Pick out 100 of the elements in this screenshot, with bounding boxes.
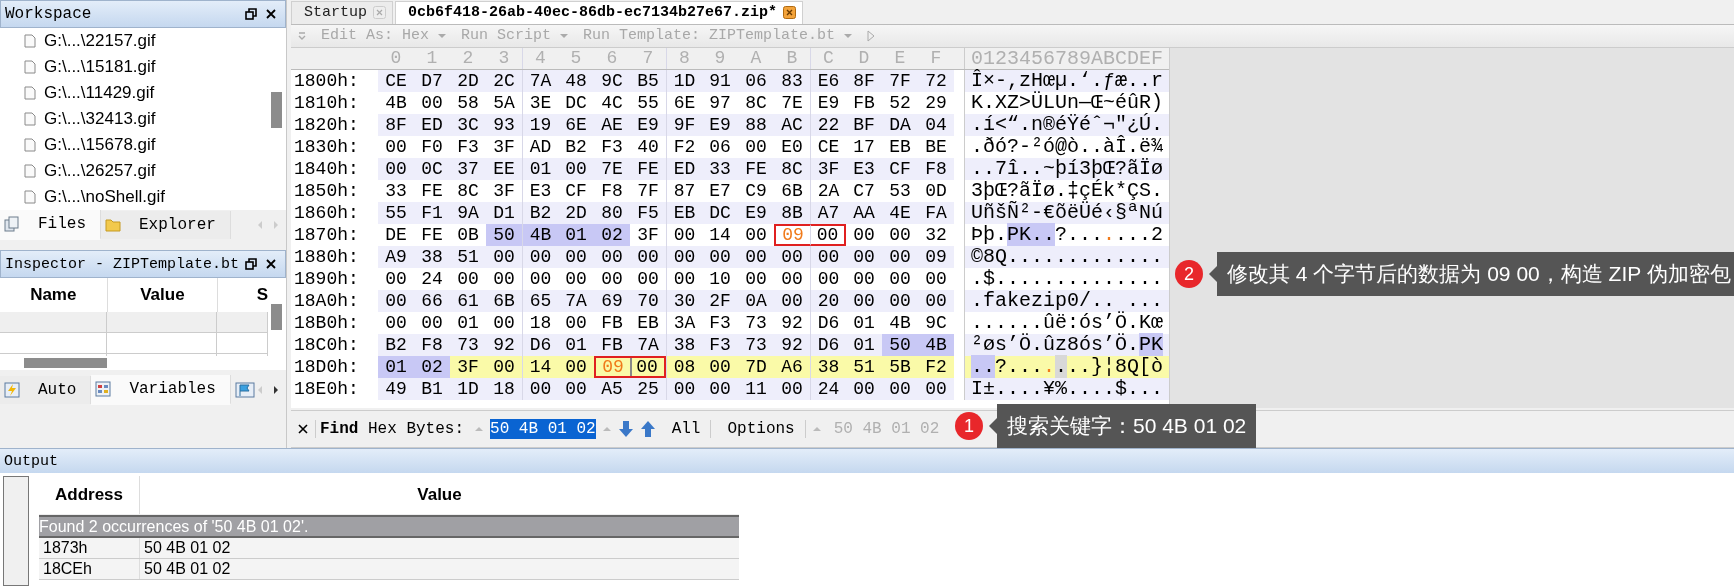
panel-tab[interactable]: Variables <box>91 375 231 405</box>
hex-byte: 19 <box>522 113 558 136</box>
hex-byte: 24 <box>420 267 444 290</box>
hex-byte: 1D <box>666 69 702 92</box>
hex-byte: 5B <box>882 355 918 378</box>
hex-byte: ED <box>666 157 702 180</box>
scrollbar-thumb[interactable] <box>271 304 282 330</box>
ascii-text: ..?.......}¦8Q[ò <box>964 355 1170 378</box>
caret-icon[interactable] <box>559 32 570 39</box>
close-icon[interactable] <box>265 8 277 20</box>
hex-byte: 6B <box>780 179 804 202</box>
hex-byte: 00 <box>636 267 660 290</box>
hex-byte: 2A <box>810 179 846 202</box>
caret-icon[interactable] <box>843 32 854 39</box>
caret-icon[interactable] <box>811 426 822 433</box>
hex-byte: 14 <box>708 223 732 246</box>
hex-byte: 6E <box>558 113 594 136</box>
hex-byte: 2C <box>486 69 522 92</box>
file-icon <box>24 60 36 74</box>
hex-byte: 02 <box>594 223 630 246</box>
hex-byte: 80 <box>594 201 630 224</box>
hex-byte: F3 <box>708 311 732 334</box>
file-item[interactable]: G:\...\32413.gif <box>24 106 268 132</box>
hex-byte: 52 <box>888 91 912 114</box>
panel-tab[interactable]: Explorer <box>101 211 231 239</box>
hex-byte: 01 <box>846 333 882 356</box>
column-header[interactable]: Value <box>140 476 739 514</box>
file-item[interactable]: G:\...\11429.gif <box>24 80 268 106</box>
hex-byte: 73 <box>450 333 486 356</box>
hex-byte: FE <box>738 157 774 180</box>
file-item[interactable]: G:\...\22157.gif <box>24 28 268 54</box>
hex-byte: F0 <box>420 135 444 158</box>
down-arrow-icon[interactable] <box>617 420 634 439</box>
restore-icon[interactable] <box>245 8 257 20</box>
tab-scroll-arrows[interactable] <box>256 385 280 395</box>
hex-byte: B1 <box>414 377 450 400</box>
hex-byte: 00 <box>378 289 414 312</box>
options-button[interactable]: Options <box>717 420 806 439</box>
hex-byte: 10 <box>708 267 732 290</box>
scrollbar-thumb[interactable] <box>24 358 107 368</box>
hex-byte: 18 <box>522 311 558 334</box>
file-icon <box>24 190 36 204</box>
find-all-button[interactable]: All <box>661 420 712 439</box>
hex-byte: 38 <box>414 245 450 268</box>
hex-byte: DC <box>564 91 588 114</box>
hex-byte: 73 <box>738 333 774 356</box>
play-icon[interactable] <box>867 29 876 42</box>
hex-byte: 51 <box>846 355 882 378</box>
hex-byte: 33 <box>384 179 408 202</box>
hex-byte: 00 <box>810 245 846 268</box>
hex-byte: 83 <box>774 69 810 92</box>
file-item[interactable]: G:\...\26257.gif <box>24 158 268 184</box>
panel-tab[interactable]: Auto <box>0 376 92 404</box>
panel-tab[interactable]: Files <box>0 210 101 240</box>
restore-icon[interactable] <box>245 258 257 270</box>
editor-tab[interactable]: Startup <box>291 0 393 24</box>
hex-byte: 00 <box>702 355 738 378</box>
hex-byte: ED <box>414 113 450 136</box>
caret-icon[interactable] <box>437 32 448 39</box>
editor-tab[interactable]: 0cb6f418-26ab-40ec-86db-ec7134b27e67.zip* <box>395 0 804 24</box>
hex-byte: DC <box>702 201 738 224</box>
search-field[interactable]: 50 4B 01 02 <box>490 419 596 440</box>
hex-byte: 91 <box>702 69 738 92</box>
hex-byte: 6E <box>666 91 702 114</box>
hex-byte: 40 <box>636 135 660 158</box>
hex-byte: 01 <box>522 157 558 180</box>
hex-byte: 00 <box>666 377 702 400</box>
close-icon[interactable] <box>783 6 797 20</box>
hex-byte: 65 <box>522 289 558 312</box>
file-item[interactable]: G:\...\15181.gif <box>24 54 268 80</box>
column-header[interactable]: S <box>218 278 268 312</box>
hex-byte: FE <box>420 223 444 246</box>
caret-icon[interactable] <box>601 426 612 433</box>
scrollbar-thumb[interactable] <box>271 92 282 128</box>
column-header[interactable]: Address <box>39 476 140 514</box>
hex-byte: B2 <box>522 201 558 224</box>
close-icon[interactable] <box>297 423 309 436</box>
hex-byte: 00 <box>846 377 882 400</box>
hex-byte: 00 <box>882 289 918 312</box>
close-icon[interactable] <box>265 258 277 270</box>
hex-byte: 50 <box>486 223 522 246</box>
caret-icon[interactable] <box>474 426 485 433</box>
hex-byte: 00 <box>492 267 516 290</box>
hex-byte: E7 <box>708 179 732 202</box>
hex-byte: 97 <box>708 91 732 114</box>
hex-byte: 00 <box>492 311 516 334</box>
toolbar-menu-icon[interactable] <box>297 30 307 41</box>
hex-byte: FE <box>420 179 444 202</box>
hex-byte: 00 <box>564 267 588 290</box>
hex-byte: A5 <box>594 377 630 400</box>
hex-byte: 87 <box>666 179 702 202</box>
hex-byte: 7F <box>636 179 660 202</box>
hex-byte: D6 <box>522 333 558 356</box>
hex-byte: E3 <box>522 179 558 202</box>
file-item[interactable]: G:\...\noShell.gif <box>24 184 268 210</box>
hex-byte: 09 <box>918 245 954 268</box>
file-item[interactable]: G:\...\15678.gif <box>24 132 268 158</box>
up-arrow-icon[interactable] <box>639 420 656 439</box>
hex-byte: 06 <box>738 69 774 92</box>
hex-byte: 73 <box>744 311 768 334</box>
